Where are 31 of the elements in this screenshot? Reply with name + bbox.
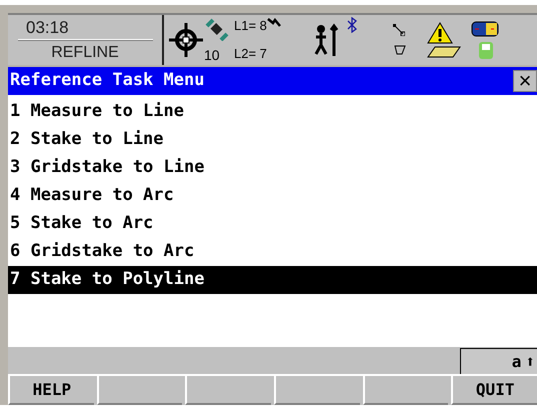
crosshair-icon — [168, 22, 204, 58]
satellite-icon — [204, 17, 230, 41]
menu-item[interactable]: 4 Measure to Arc — [8, 182, 537, 210]
input-mode-indicator: a ⬆ — [460, 348, 537, 374]
softkey-button[interactable] — [274, 376, 360, 405]
battery-icon — [470, 20, 501, 38]
close-button[interactable]: × — [513, 70, 537, 92]
menu-item[interactable]: 7 Stake to Polyline — [8, 266, 537, 294]
satellite-count: 10 — [204, 47, 221, 63]
warning-icon — [426, 22, 453, 44]
menu-item[interactable]: 3 Gridstake to Line — [8, 154, 537, 182]
app-name: REFLINE — [51, 43, 119, 63]
menu-item[interactable]: 5 Stake to Arc — [8, 210, 537, 238]
polygon-nodes-icon — [392, 44, 407, 56]
controller-icon — [478, 40, 494, 60]
menu-item[interactable]: 1 Measure to Line — [8, 98, 537, 126]
softkey-button[interactable] — [362, 376, 448, 405]
softkey-button[interactable]: HELP — [8, 376, 94, 405]
softkey-button[interactable] — [96, 376, 182, 405]
menu-item[interactable]: 2 Stake to Line — [8, 126, 537, 154]
bluetooth-icon — [346, 17, 357, 33]
l2-count: L2= 7 — [234, 46, 267, 62]
clock-time: 03:18 — [25, 17, 69, 39]
window-title: Reference Task Menu — [10, 69, 204, 92]
softkey-button[interactable]: QUIT — [451, 376, 537, 405]
lightning-icon — [266, 18, 281, 28]
menu-item[interactable]: 6 Gridstake to Arc — [8, 238, 537, 266]
l1-count: L1= 8 — [234, 18, 267, 34]
line-nodes-icon — [392, 24, 405, 36]
card-icon — [426, 46, 461, 58]
softkey-button[interactable] — [185, 376, 272, 405]
